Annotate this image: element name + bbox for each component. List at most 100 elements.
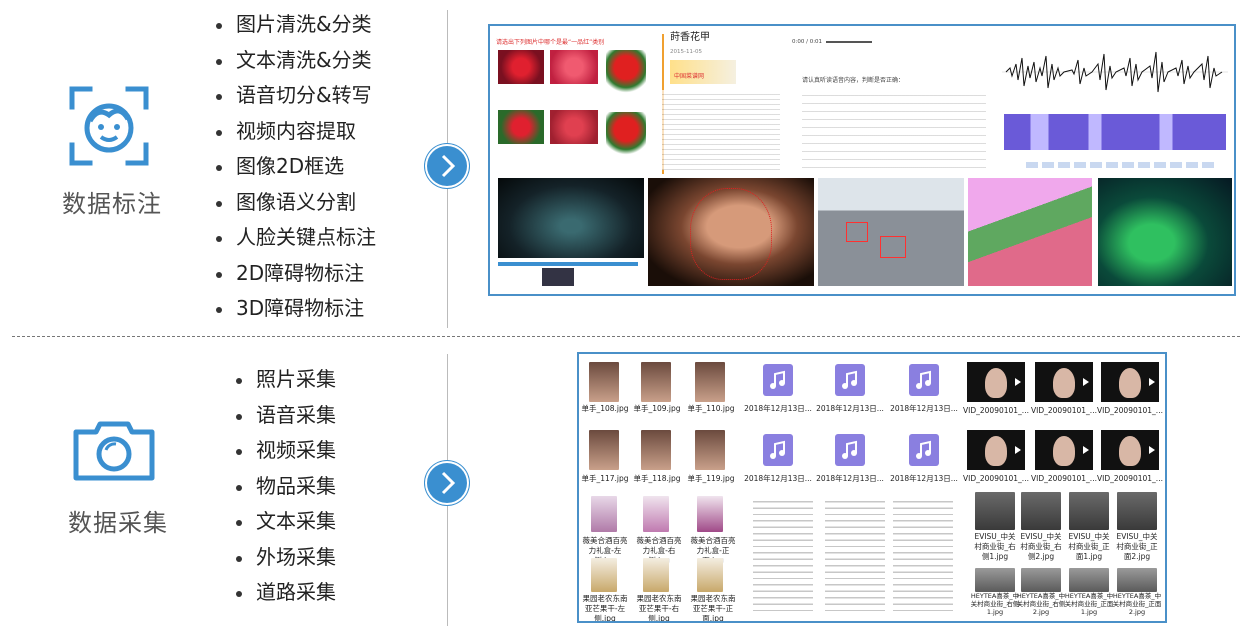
file-caption: 单手_118.jpg — [633, 474, 681, 483]
video-thumbnail[interactable] — [967, 430, 1025, 470]
question-text: 请认真听读语音内容，判断是否正确： — [802, 77, 905, 84]
annotation-screenshot-panel: 请选出下列图片中哪个是最“一品红”类别 莳香花甲 2015-11-05 中国菜谱… — [488, 24, 1236, 296]
file-caption: 单手_117.jpg — [581, 474, 629, 483]
store-thumbnail[interactable] — [1069, 492, 1109, 530]
store-thumbnail[interactable] — [1021, 492, 1061, 530]
image-task-header: 请选出下列图片中哪个是最“一品红”类别 — [496, 39, 605, 46]
text-collection-column — [753, 496, 813, 612]
store-thumbnail[interactable] — [975, 568, 1015, 592]
file-caption: VID_20090101_... — [1097, 406, 1163, 415]
section-label-collection: 数据采集 — [68, 509, 168, 537]
photo-thumbnail[interactable] — [589, 430, 619, 470]
photo-thumbnail[interactable] — [695, 430, 725, 470]
file-caption: 2018年12月13日... — [890, 404, 958, 413]
file-caption: 单手_110.jpg — [687, 404, 735, 413]
article-text-block — [662, 90, 780, 170]
list-item: 文本采集 — [234, 504, 336, 540]
list-item: 人脸关键点标注 — [214, 220, 376, 256]
file-caption: VID_20090101_... — [963, 474, 1029, 483]
list-item: 2D障碍物标注 — [214, 256, 376, 292]
file-caption: HEYTEA喜茶_中关村商业街_右侧2.jpg — [1016, 592, 1066, 616]
audio-progress-bar[interactable] — [826, 41, 872, 43]
waveform — [1002, 38, 1228, 106]
music-file-icon[interactable] — [763, 434, 793, 466]
product-thumbnail[interactable] — [643, 558, 669, 592]
file-caption: 单手_119.jpg — [687, 474, 735, 483]
bbox-overlay — [846, 222, 868, 242]
flower-image — [550, 110, 598, 144]
list-item: 视频采集 — [234, 433, 336, 469]
music-file-icon[interactable] — [835, 364, 865, 396]
music-file-icon[interactable] — [909, 434, 939, 466]
product-thumbnail[interactable] — [697, 496, 723, 532]
annotation-list: 图片清洗&分类 文本清洗&分类 语音切分&转写 视频内容提取 图像2D框选 图像… — [214, 7, 376, 327]
list-item: 图像语义分割 — [214, 185, 376, 221]
store-thumbnail[interactable] — [1117, 492, 1157, 530]
audio-time: 0:00 / 0:01 — [792, 39, 823, 45]
video-preview-image — [542, 268, 574, 286]
video-thumbnail[interactable] — [967, 362, 1025, 402]
spectrogram-band — [1004, 114, 1226, 150]
product-thumbnail[interactable] — [643, 496, 669, 532]
store-thumbnail[interactable] — [1069, 568, 1109, 592]
list-item: 外场采集 — [234, 540, 336, 576]
file-caption: 2018年12月13日... — [744, 474, 812, 483]
camera-icon — [70, 418, 158, 482]
lidar-3d-image — [1098, 178, 1232, 286]
bbox-overlay — [880, 236, 906, 258]
segment-buttons[interactable] — [1026, 162, 1216, 168]
music-file-icon[interactable] — [909, 364, 939, 396]
list-item: 语音采集 — [234, 398, 336, 434]
music-file-icon[interactable] — [763, 364, 793, 396]
list-item: 文本清洗&分类 — [214, 43, 376, 79]
flower-image — [498, 110, 544, 144]
file-caption: HEYTEA喜茶_中关村商业街_正面2.jpg — [1112, 592, 1162, 616]
store-thumbnail[interactable] — [1117, 568, 1157, 592]
store-thumbnail[interactable] — [975, 492, 1015, 530]
file-caption: EVISU_中关村商业街_右侧1.jpg — [974, 532, 1016, 561]
flower-image — [550, 50, 598, 84]
photo-thumbnail[interactable] — [641, 362, 671, 402]
list-item: 语音切分&转写 — [214, 78, 376, 114]
file-caption: VID_20090101_... — [1097, 474, 1163, 483]
photo-thumbnail[interactable] — [641, 430, 671, 470]
file-caption: 果园老农东南亚芒果干-右侧.jpg — [636, 594, 682, 623]
product-thumbnail[interactable] — [697, 558, 723, 592]
chevron-right-icon — [427, 463, 467, 503]
video-thumbnail[interactable] — [1101, 430, 1159, 470]
question-lines — [802, 88, 986, 172]
list-item: 3D障碍物标注 — [214, 291, 376, 327]
file-caption: 单手_108.jpg — [581, 404, 629, 413]
photo-thumbnail[interactable] — [589, 362, 619, 402]
face-keypoints-overlay — [690, 188, 772, 280]
file-caption: 2018年12月13日... — [744, 404, 812, 413]
flower-image — [606, 50, 646, 94]
video-timeline[interactable] — [498, 262, 638, 266]
chevron-right-icon — [427, 146, 467, 186]
collection-list: 照片采集 语音采集 视频采集 物品采集 文本采集 外场采集 道路采集 — [234, 362, 336, 611]
article-brand: 中国菜谱网 — [674, 73, 705, 80]
file-caption: EVISU_中关村商业街_正面2.jpg — [1116, 532, 1158, 561]
article-title: 莳香花甲 — [670, 32, 710, 43]
collection-screenshot-panel: 单手_108.jpg 单手_109.jpg 单手_110.jpg 单手_117.… — [577, 352, 1167, 623]
music-file-icon[interactable] — [835, 434, 865, 466]
video-thumbnail[interactable] — [1101, 362, 1159, 402]
list-item: 图像2D框选 — [214, 149, 376, 185]
store-thumbnail[interactable] — [1021, 568, 1061, 592]
video-frame-image — [498, 178, 644, 258]
file-caption: 2018年12月13日... — [816, 404, 884, 413]
section-separator — [12, 336, 1240, 337]
video-thumbnail[interactable] — [1035, 430, 1093, 470]
file-caption: 2018年12月13日... — [890, 474, 958, 483]
video-thumbnail[interactable] — [1035, 362, 1093, 402]
face-scan-icon — [68, 85, 150, 167]
file-caption: 单手_109.jpg — [633, 404, 681, 413]
list-item: 物品采集 — [234, 469, 336, 505]
text-collection-column — [893, 496, 953, 612]
file-caption: HEYTEA喜茶_中关村商业街_正面1.jpg — [1064, 592, 1114, 616]
photo-thumbnail[interactable] — [695, 362, 725, 402]
file-caption: 果园老农东南亚芒果干-左侧.jpg — [582, 594, 628, 623]
product-thumbnail[interactable] — [591, 558, 617, 592]
product-thumbnail[interactable] — [591, 496, 617, 532]
article-date: 2015-11-05 — [670, 49, 702, 55]
